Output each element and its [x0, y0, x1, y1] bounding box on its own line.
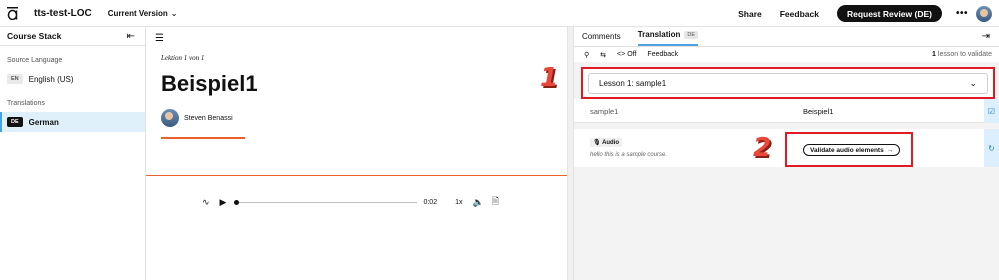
author-avatar [161, 109, 179, 127]
audio-chip: 🎙 Audio [590, 138, 623, 147]
audio-row: 🎙 Audio hello this is a sample course. V… [574, 129, 999, 167]
validate-audio-button[interactable]: Validate audio elements → [803, 144, 901, 156]
section-divider [146, 175, 567, 176]
lesson-progress-label: Lektion 1 von 1 [161, 54, 205, 62]
playback-speed-button[interactable]: 1x [455, 199, 462, 206]
lesson-select[interactable]: Lesson 1: sample1 ⌄ [588, 73, 988, 94]
chevron-down-icon: ⌄ [170, 8, 178, 18]
sidebar-title: Course Stack [7, 31, 62, 41]
version-dropdown[interactable]: Current Version ⌄ [108, 9, 178, 18]
checkbox-icon[interactable]: ☑ [984, 99, 999, 123]
version-label: Current Version [107, 8, 168, 18]
lesson-select-value: Lesson 1: sample1 [599, 79, 667, 88]
target-text[interactable]: Beispiel1 [803, 107, 833, 116]
app-logo-icon[interactable] [0, 0, 24, 27]
sidebar-item-label: German [28, 117, 59, 127]
translations-heading: Translations [7, 100, 45, 107]
language-badge-de: DE [7, 117, 23, 127]
request-review-button[interactable]: Request Review (DE) [836, 5, 942, 22]
tab-label: Translation [637, 30, 681, 39]
audio-player: ∿ ▶ 0:02 1x 🔈 🗎 [202, 196, 512, 208]
audio-transcript: hello this is a sample course. [590, 152, 668, 158]
transcript-icon[interactable]: 🗎 [492, 194, 499, 210]
feedback-link[interactable]: Feedback [780, 9, 819, 19]
lesson-count-text: lesson to validate [937, 51, 992, 58]
search-icon[interactable]: ⚲ [584, 51, 589, 59]
tab-language-badge: DE [684, 30, 699, 39]
menu-icon[interactable]: ☰ [155, 33, 164, 44]
sidebar-item-german[interactable]: DE German [0, 112, 145, 132]
translation-row[interactable]: sample1 Beispiel1 ☑ [574, 99, 999, 123]
panel-scrollbar[interactable] [567, 27, 574, 280]
volume-icon[interactable]: 🔈 [473, 197, 484, 208]
title-underline [161, 137, 245, 139]
swap-icon[interactable]: ⇆ [600, 51, 606, 59]
lesson-title: Beispiel1 [161, 71, 258, 96]
source-language-heading: Source Language [7, 57, 63, 64]
tab-comments[interactable]: Comments [582, 32, 621, 46]
code-icon: <> [617, 51, 626, 58]
sidebar-item-english[interactable]: EN English (US) [0, 69, 145, 89]
course-preview: ☰ Lektion 1 von 1 Beispiel1 Steven Benas… [146, 27, 567, 280]
share-link[interactable]: Share [738, 9, 762, 19]
chevron-down-icon: ⌄ [969, 78, 977, 88]
audio-progress-track[interactable] [234, 199, 418, 205]
waveform-icon: ∿ [202, 196, 210, 207]
play-icon[interactable]: ▶ [220, 197, 227, 208]
tab-translation[interactable]: Translation DE [637, 30, 699, 46]
audio-progress-handle[interactable] [234, 199, 240, 205]
top-bar: tts-test-LOC Current Version ⌄ Share Fee… [0, 0, 999, 27]
user-avatar[interactable] [976, 5, 992, 22]
highlight-box-1: Lesson 1: sample1 ⌄ [581, 67, 995, 99]
highlight-box-2: Validate audio elements → [785, 132, 913, 167]
expand-panel-icon[interactable]: ⇥ [982, 31, 990, 42]
project-name: tts-test-LOC [34, 7, 92, 19]
audio-chip-label: Audio [602, 140, 620, 146]
author: Steven Benassi [161, 109, 233, 127]
author-name: Steven Benassi [184, 114, 233, 122]
source-text: sample1 [590, 107, 619, 116]
more-menu-icon[interactable]: ••• [956, 8, 968, 19]
audio-time: 0:02 [423, 198, 438, 206]
lesson-count-number: 1 [932, 51, 936, 58]
arrow-right-icon: → [886, 146, 894, 154]
annotation-number-2: 2 [753, 133, 772, 163]
code-toggle[interactable]: <> Off [617, 51, 636, 58]
feedback-filter[interactable]: Feedback [647, 51, 678, 58]
validate-audio-label: Validate audio elements [810, 146, 884, 154]
sidebar: Course Stack ⇤ Source Language EN Englis… [0, 27, 146, 280]
language-badge-en: EN [7, 74, 23, 84]
code-toggle-label: Off [627, 51, 637, 58]
annotation-number-1: 1 [540, 63, 559, 93]
translation-panel: Comments Translation DE ⇥ ⚲ ⇆ <> Off Fee… [574, 27, 999, 280]
lessons-to-validate: 1 lesson to validate [932, 51, 992, 58]
collapse-sidebar-icon[interactable]: ⇤ [127, 31, 135, 42]
sidebar-item-label: English (US) [28, 74, 74, 84]
refresh-icon[interactable]: ↻ [984, 129, 999, 167]
